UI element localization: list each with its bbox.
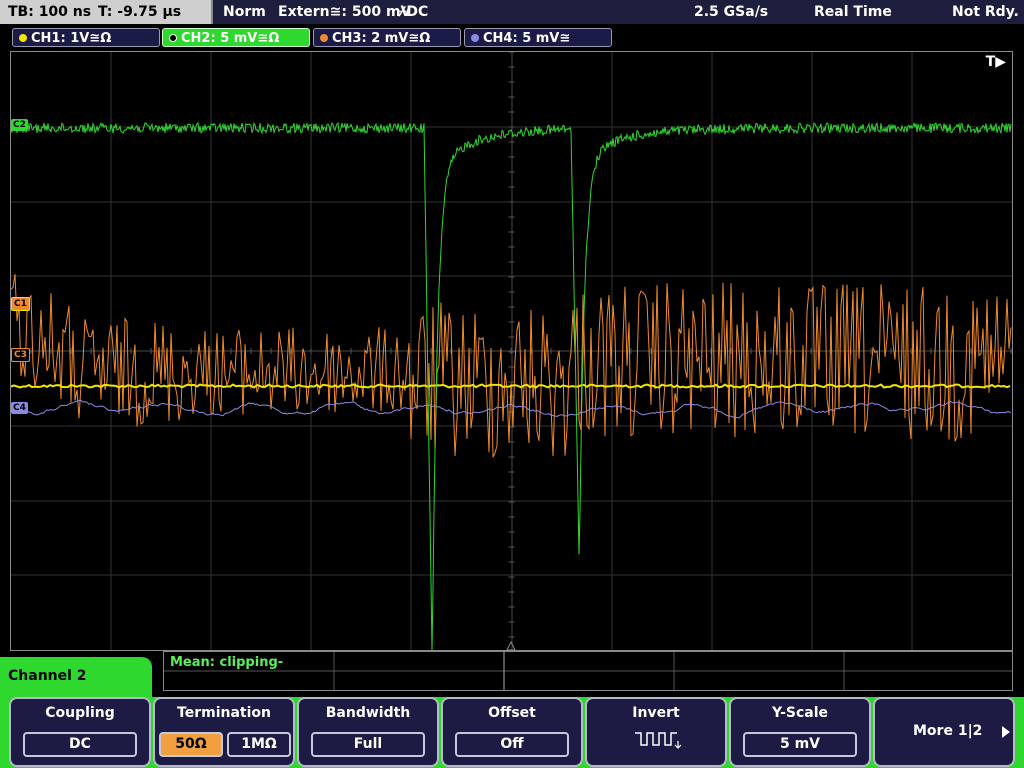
ch3-tab-label: CH3: 2 mV≅Ω <box>332 31 431 46</box>
bandwidth-title: Bandwidth <box>325 705 411 721</box>
ch2-level-marker[interactable]: C2 <box>11 119 28 131</box>
ch3-waveform <box>11 274 1012 458</box>
tab-ch3[interactable]: CH3: 2 mV≅Ω <box>313 28 461 47</box>
coupling-softkey[interactable]: Coupling DC <box>9 697 151 767</box>
trigger-offscreen-indicator: T▶ <box>985 54 1006 70</box>
trigger-edge-coupling: ⌿DC <box>398 4 429 20</box>
sample-rate: 2.5 GSa/s <box>694 4 769 20</box>
offset-softkey[interactable]: Offset Off <box>441 697 583 767</box>
tab-ch4[interactable]: CH4: 5 mV≅ <box>464 28 612 47</box>
waveform-display[interactable]: T▶ C2 C1 C3 C4 <box>10 51 1013 651</box>
termination-softkey[interactable]: Termination 50Ω 1MΩ <box>153 697 295 767</box>
coupling-title: Coupling <box>45 705 115 721</box>
timebase-readout: TB: 100 ns <box>8 4 92 20</box>
yscale-value[interactable]: 5 mV <box>743 732 857 757</box>
menu-title-tab: Channel 2 <box>0 657 152 697</box>
measurement-readout: Mean: clipping- <box>170 655 284 670</box>
ch4-waveform <box>11 400 1012 419</box>
offset-title: Offset <box>488 705 536 721</box>
invert-softkey[interactable]: Invert <box>585 697 727 767</box>
ch2-color-dot <box>169 34 177 42</box>
measurement-panel[interactable]: Mean: clipping- <box>163 651 1013 691</box>
timebase-box[interactable]: TB: 100 ns T: -9.75 µs <box>0 0 213 24</box>
termination-50-ohm[interactable]: 50Ω <box>159 732 223 757</box>
measurement-grid <box>164 652 1012 690</box>
arrow-right-icon <box>1002 726 1010 738</box>
trigger-source[interactable]: Extern≅: 500 mV <box>278 0 411 24</box>
termination-title: Termination <box>177 705 271 721</box>
ch1-tab-label: CH1: 1V≅Ω <box>31 31 112 46</box>
ch2-tab-label: CH2: 5 mV≅Ω <box>181 31 280 46</box>
more-softkey[interactable]: More 1|2 <box>873 697 1015 767</box>
trigger-position-marker <box>506 640 516 650</box>
ch3-level-marker[interactable]: C3 <box>11 348 30 362</box>
trigger-time-readout: T: -9.75 µs <box>98 4 182 20</box>
ch4-level-marker[interactable]: C4 <box>11 402 28 414</box>
status-bar: TB: 100 ns T: -9.75 µs Norm Extern≅: 500… <box>0 0 1024 24</box>
ch1-level-marker[interactable]: C1 <box>11 297 30 311</box>
bandwidth-softkey[interactable]: Bandwidth Full <box>297 697 439 767</box>
termination-1m-ohm[interactable]: 1MΩ <box>227 732 291 757</box>
yscale-softkey[interactable]: Y-Scale 5 mV <box>729 697 871 767</box>
tab-ch1[interactable]: CH1: 1V≅Ω <box>12 28 160 47</box>
coupling-value[interactable]: DC <box>23 732 137 757</box>
yscale-title: Y-Scale <box>771 705 828 721</box>
graticule <box>11 52 1012 650</box>
offset-value[interactable]: Off <box>455 732 569 757</box>
waveform-canvas <box>11 52 1012 650</box>
menu-title: Channel 2 <box>8 668 87 684</box>
ch3-color-dot <box>320 34 328 42</box>
more-label: More 1|2 <box>913 723 983 739</box>
acquisition-mode[interactable]: Real Time <box>814 0 892 24</box>
bandwidth-value[interactable]: Full <box>311 732 425 757</box>
ch4-tab-label: CH4: 5 mV≅ <box>483 31 571 46</box>
inverted-square-wave-icon <box>635 732 682 749</box>
run-state: Not Rdy. <box>952 4 1019 20</box>
trigger-mode[interactable]: Norm <box>223 0 266 24</box>
tab-ch2[interactable]: CH2: 5 mV≅Ω <box>162 28 310 47</box>
ch4-color-dot <box>471 34 479 42</box>
invert-title: Invert <box>632 705 680 721</box>
ch1-color-dot <box>19 34 27 42</box>
